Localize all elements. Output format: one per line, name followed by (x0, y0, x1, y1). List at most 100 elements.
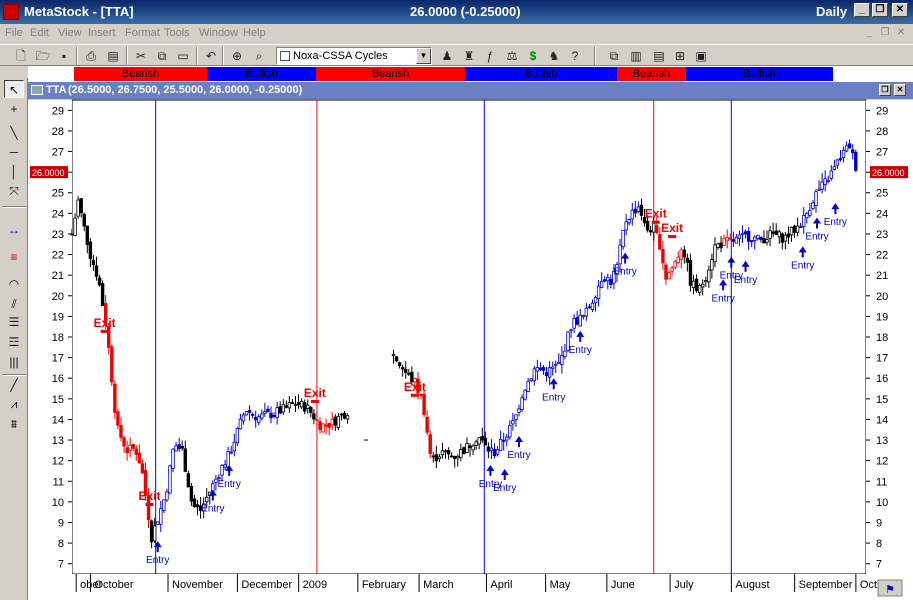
close-button[interactable]: ✕ (892, 3, 908, 17)
menu-insert[interactable]: Insert (88, 27, 116, 39)
line-tool-icon[interactable]: ╱ (4, 376, 24, 394)
menu-tools[interactable]: Tools (164, 27, 190, 39)
explorer-icon[interactable]: ♜ (460, 47, 478, 65)
candle-body (180, 445, 184, 449)
dollar-icon[interactable]: $ (524, 47, 542, 65)
candle-body (688, 259, 693, 286)
candle-body (244, 411, 249, 416)
download-icon[interactable]: ♞ (545, 47, 563, 65)
candle-body (774, 230, 778, 235)
metastock-logo-icon (3, 4, 19, 20)
candle-body (719, 242, 723, 249)
print-preview-icon[interactable]: ▤ (104, 47, 122, 65)
candle-body (321, 423, 325, 433)
candle-body (563, 350, 567, 358)
candle-body (655, 225, 659, 233)
grid-tool-icon[interactable]: ⩩ (4, 415, 24, 433)
new-icon[interactable]: 🗋 (12, 47, 30, 65)
candle-body (697, 285, 702, 294)
retracement-tool-icon[interactable]: ☰ (4, 313, 24, 331)
entry-signal-label: Entry (201, 504, 224, 515)
window-layout-icon[interactable]: ⧉ (605, 47, 623, 65)
y-tick-label: 20 (52, 291, 64, 303)
candle-body (575, 317, 579, 325)
restore-button[interactable]: ❐ (872, 3, 888, 17)
candle-body (630, 209, 634, 220)
candle-body (434, 454, 439, 462)
signal-tool-icon[interactable]: ≡ (4, 248, 24, 266)
title-bar: MetaStock - [TTA] 26.0000 (-0.25000) Dai… (0, 0, 913, 24)
mdi-close-button[interactable]: ✕ (894, 27, 908, 40)
candle-body (639, 204, 644, 216)
menu-view[interactable]: View (58, 27, 82, 39)
candle-body (765, 239, 769, 243)
save-icon[interactable]: ▪ (55, 47, 73, 65)
trendline-tool-icon[interactable]: ╲ (4, 124, 24, 142)
fan-tool-icon[interactable]: ⫽ (4, 295, 24, 313)
candle-body (847, 143, 852, 149)
zoom-icon[interactable]: ⌕ (250, 47, 268, 65)
x-tick-label: May (550, 579, 571, 591)
mdi-restore-button[interactable]: ❐ (878, 27, 892, 40)
exit-signal-label: Exit (139, 489, 161, 503)
candle-body (128, 444, 132, 451)
crosshair-tool-icon[interactable]: + (4, 100, 24, 118)
expert-combo[interactable]: Noxa-CSSA Cycles ▼ (276, 47, 432, 65)
price-chart[interactable]: 7 7 8 8 9 9 10 10 11 11 12 12 13 13 14 14 15 15 16 16 17 17 18… (28, 82, 913, 600)
exit-signal-label: Exit (661, 221, 683, 235)
menu-help[interactable]: Help (243, 27, 266, 39)
candle-body (336, 416, 341, 428)
timezone-tool-icon[interactable]: ||| (4, 353, 24, 371)
arc-tool-icon[interactable]: ◠ (4, 275, 24, 293)
expert-advisor-icon[interactable]: ♟ (438, 47, 456, 65)
gann-tool-icon[interactable]: ⩘ (4, 395, 24, 413)
candle-body (446, 450, 451, 455)
paste-icon[interactable]: ▭ (174, 47, 192, 65)
candle-body (603, 279, 607, 282)
candle-body (587, 306, 592, 309)
fibonacci-tool-icon[interactable]: ☲ (4, 333, 24, 351)
exit-marker (310, 399, 319, 403)
open-icon[interactable]: 🗁 (34, 47, 52, 65)
horizontal-line-tool-icon[interactable]: ─ (4, 143, 24, 161)
cycle-tool-icon[interactable]: ⤧ (4, 182, 24, 200)
candle-body (514, 414, 518, 421)
vertical-line-tool-icon[interactable]: │ (4, 163, 24, 181)
menu-edit[interactable]: Edit (30, 27, 49, 39)
properties-icon[interactable]: ▣ (692, 47, 710, 65)
pointer-tool-icon[interactable]: ↖ (4, 80, 24, 98)
system-tester-icon[interactable]: ⚖ (503, 47, 521, 65)
candle-body (740, 232, 745, 236)
menu-format[interactable]: Format (125, 27, 160, 39)
entry-signal-label: Entry (217, 479, 240, 490)
tile-vertical-icon[interactable]: ▥ (627, 47, 645, 65)
candle-body (474, 441, 478, 446)
crosshair-icon[interactable]: ⊕ (228, 47, 246, 65)
candle-body (171, 448, 175, 469)
minimize-button[interactable]: _ (854, 3, 870, 17)
mdi-minimize-button[interactable]: _ (862, 27, 876, 40)
y-tick-label: 14 (52, 414, 64, 426)
copy-icon[interactable]: ⧉ (153, 47, 171, 65)
function-icon[interactable]: ƒ (481, 47, 499, 65)
undo-icon[interactable]: ↶ (202, 47, 220, 65)
chevron-down-icon[interactable]: ▼ (416, 48, 431, 64)
x-tick-label: 2009 (303, 579, 327, 591)
candle-body (560, 355, 564, 365)
tile-grid-icon[interactable]: ⊞ (671, 47, 689, 65)
candle-body (486, 446, 491, 452)
candle-body (339, 413, 344, 416)
cut-icon[interactable]: ✂ (132, 47, 150, 65)
print-icon[interactable]: ⎙ (82, 47, 100, 65)
candle-body (535, 367, 540, 372)
menu-file[interactable]: File (5, 27, 23, 39)
tile-horizontal-icon[interactable]: ▤ (650, 47, 668, 65)
candle-body (664, 264, 668, 280)
x-tick-label: October (94, 579, 133, 591)
channel-tool-icon[interactable]: ↔ (4, 221, 24, 239)
menu-window[interactable]: Window (199, 27, 238, 39)
y-tick-label: 18 (876, 332, 888, 344)
candle-body (140, 463, 145, 474)
cycle-segment: Bullish (686, 67, 833, 81)
help-pointer-icon[interactable]: ? (566, 47, 584, 65)
